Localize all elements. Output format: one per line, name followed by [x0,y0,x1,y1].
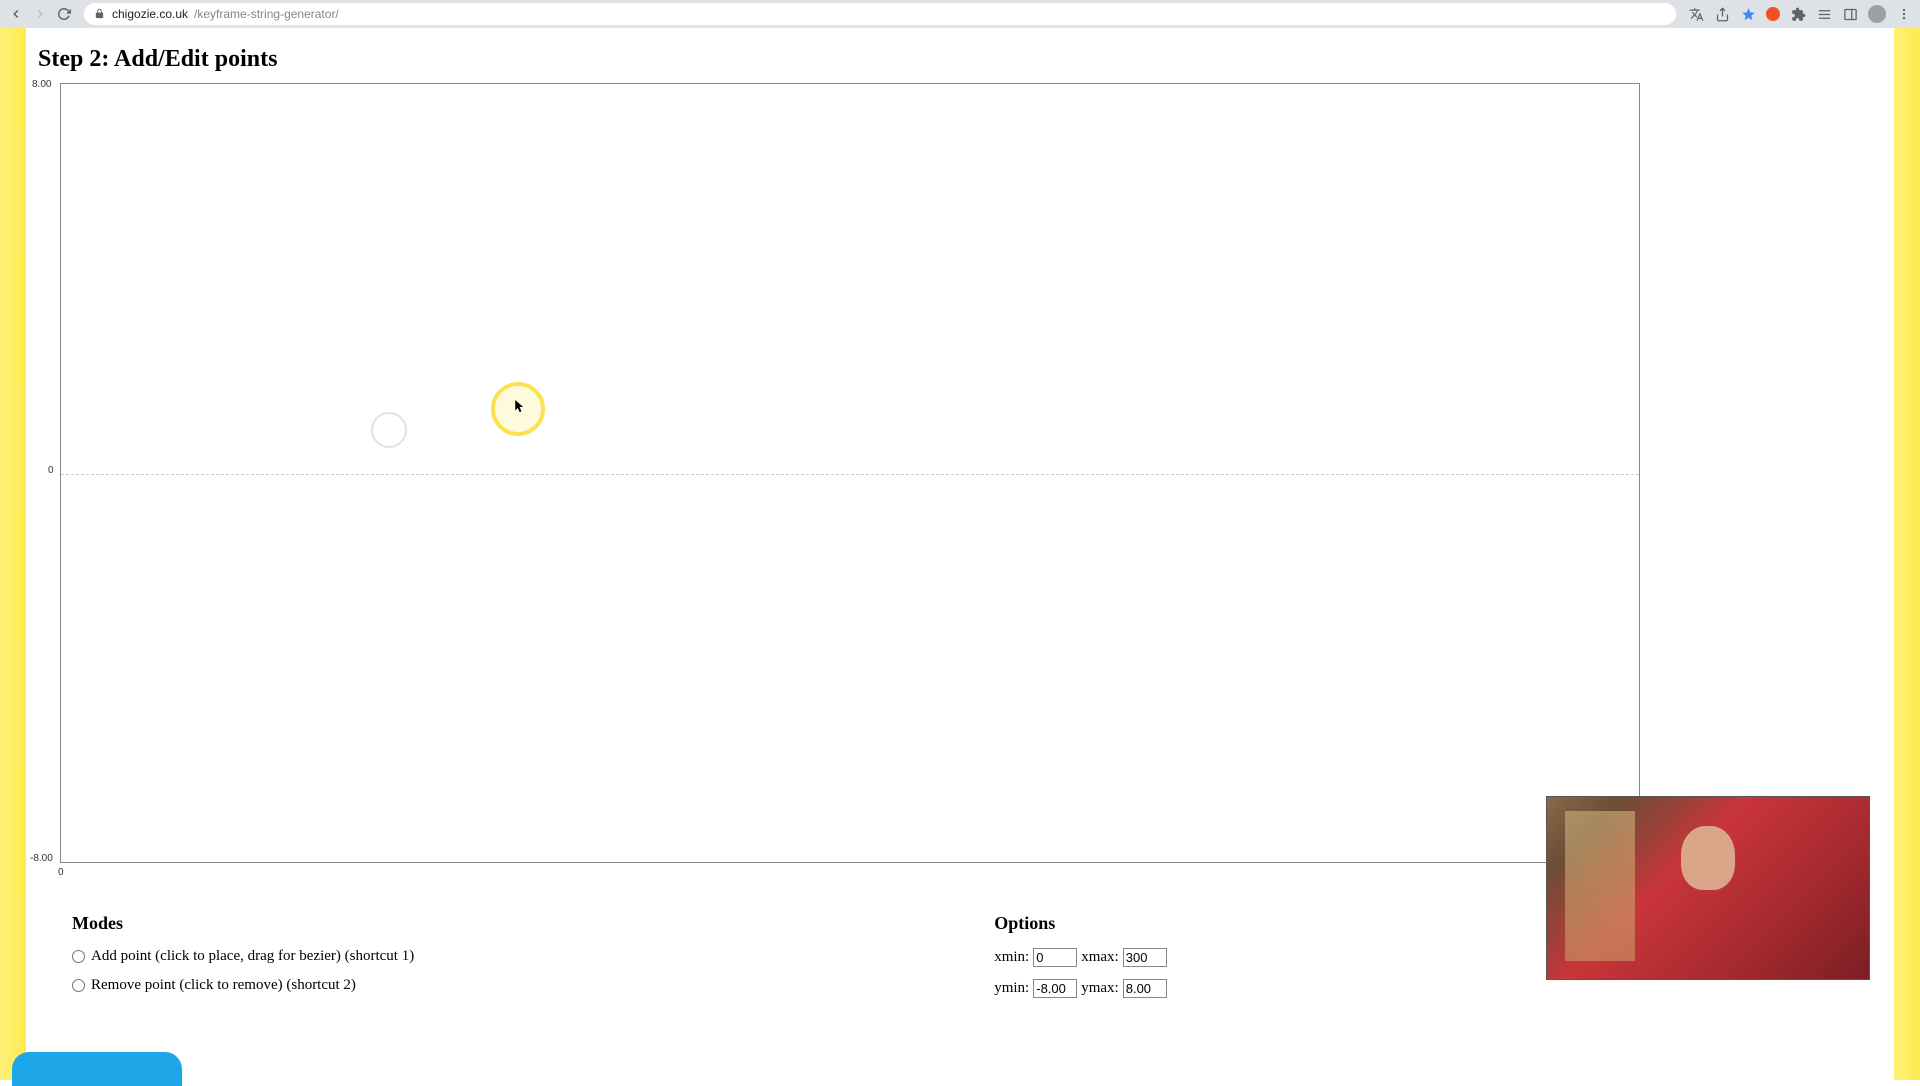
webcam-overlay [1546,796,1870,980]
mode-add-label: Add point (click to place, drag for bezi… [91,948,414,965]
ymax-label: ymax: [1081,980,1119,997]
profile-avatar-icon[interactable] [1868,5,1886,23]
modes-column: Modes Add point (click to place, drag fo… [72,913,414,1010]
ymin-label: ymin: [994,980,1029,997]
presenter-face [1681,826,1735,890]
url-path: /keyframe-string-generator/ [194,7,339,21]
ymax-input[interactable] [1123,979,1167,998]
mode-remove-label: Remove point (click to remove) (shortcut… [91,977,356,994]
x-range-row: xmin: xmax: [994,948,1167,967]
modes-heading: Modes [72,913,414,934]
mode-remove-point[interactable]: Remove point (click to remove) (shortcut… [72,977,414,994]
browser-toolbar: chigozie.co.uk/keyframe-string-generator… [0,0,1920,28]
decorative-border-right [1894,28,1920,1080]
options-column: Options xmin: xmax: ymin: ymax: [994,913,1167,1010]
side-panel-icon[interactable] [1842,6,1858,22]
bookmark-star-icon[interactable] [1740,6,1756,22]
chart-canvas[interactable] [60,83,1640,863]
page-body: Step 2: Add/Edit points 8.00 0 -8.00 0 M… [0,28,1920,1080]
url-host: chigozie.co.uk [112,7,188,21]
cursor-pointer-icon [515,400,526,417]
keyframe-chart: 8.00 0 -8.00 0 [60,83,1882,863]
nav-button-group [8,6,72,22]
mode-add-point[interactable]: Add point (click to place, drag for bezi… [72,948,414,965]
y-axis-tick-zero: 0 [48,465,54,476]
options-heading: Options [994,913,1167,934]
xmin-input[interactable] [1033,948,1077,967]
back-button[interactable] [8,6,24,22]
lock-icon [94,8,106,20]
forward-button[interactable] [32,6,48,22]
translate-icon[interactable] [1688,6,1704,22]
x-axis-tick-zero: 0 [58,867,64,878]
xmax-input[interactable] [1123,948,1167,967]
mode-remove-radio[interactable] [72,979,85,992]
share-icon[interactable] [1714,6,1730,22]
chrome-action-icons [1688,5,1912,23]
ymin-input[interactable] [1033,979,1077,998]
xmin-label: xmin: [994,949,1029,966]
extensions-puzzle-icon[interactable] [1790,6,1806,22]
xmax-label: xmax: [1081,949,1119,966]
chrome-menu-icon[interactable] [1896,6,1912,22]
y-range-row: ymin: ymax: [994,979,1167,998]
zero-gridline [61,474,1639,475]
mode-add-radio[interactable] [72,950,85,963]
address-bar[interactable]: chigozie.co.uk/keyframe-string-generator… [84,3,1676,25]
step-heading: Step 2: Add/Edit points [38,46,1882,73]
reload-button[interactable] [56,6,72,22]
decorative-border-left [0,28,26,1080]
cursor-highlight-marker [491,382,545,436]
y-axis-tick-max: 8.00 [32,79,51,90]
cursor-trail-marker [371,412,407,448]
extension-badge-icon[interactable] [1766,7,1780,21]
reading-list-icon[interactable] [1816,6,1832,22]
y-axis-tick-min: -8.00 [30,853,53,864]
bottom-widget[interactable] [12,1052,182,1086]
